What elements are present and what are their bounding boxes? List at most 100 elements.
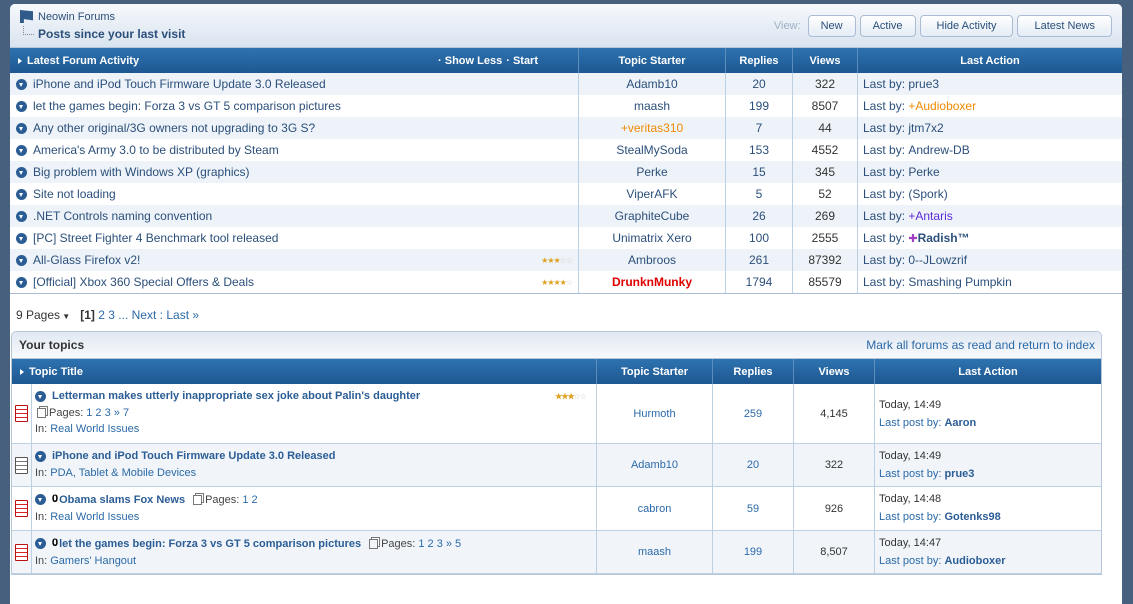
col-views[interactable]: Views — [793, 359, 874, 384]
topic-menu-icon[interactable] — [35, 450, 46, 462]
topic-pages-links[interactable]: 1 2 3 » 5 — [418, 538, 461, 550]
forum-link[interactable]: Real World Issues — [50, 423, 139, 435]
replies-count[interactable]: 199 — [712, 531, 793, 573]
topic-row[interactable]: Site not loading ViperAFK 5 52 Last by: … — [10, 183, 1122, 205]
last-poster-link[interactable]: (Spork) — [908, 187, 947, 201]
replies-count[interactable]: 259 — [712, 384, 793, 443]
topic-menu-icon[interactable] — [16, 276, 27, 288]
expand-arrow-icon[interactable] — [18, 57, 22, 64]
topic-menu-icon[interactable] — [35, 494, 46, 505]
topic-link[interactable]: All-Glass Firefox v2! — [33, 253, 140, 267]
view-new-button[interactable]: New — [807, 15, 856, 37]
last-poster-link[interactable]: prue3 — [908, 77, 939, 91]
topic-row[interactable]: let the games begin: Forza 3 vs GT 5 com… — [10, 95, 1122, 117]
replies-count[interactable]: 1794 — [725, 271, 792, 293]
replies-count[interactable]: 59 — [712, 487, 793, 530]
col-topic-starter[interactable]: Topic Starter — [596, 359, 712, 384]
col-last-action[interactable]: Last Action — [857, 48, 1122, 73]
last-poster-link[interactable]: 0--JLowzrif — [908, 253, 967, 267]
topic-menu-icon[interactable] — [35, 538, 46, 549]
hide-activity-button[interactable]: Hide Activity — [919, 15, 1014, 37]
topic-row[interactable]: America's Army 3.0 to be distributed by … — [10, 139, 1122, 161]
topic-pages-links[interactable]: 1 2 — [242, 494, 257, 506]
replies-count[interactable]: 261 — [725, 249, 792, 271]
replies-count[interactable]: 15 — [725, 161, 792, 183]
topic-row[interactable]: [PC] Street Fighter 4 Benchmark tool rel… — [10, 227, 1122, 249]
topic-link[interactable]: Any other original/3G owners not upgradi… — [33, 121, 315, 135]
col-views[interactable]: Views — [792, 48, 857, 73]
view-active-button[interactable]: Active — [859, 15, 916, 37]
topic-link[interactable]: iPhone and iPod Touch Firmware Update 3.… — [52, 450, 335, 462]
last-poster-link[interactable]: Aaron — [944, 417, 976, 429]
breadcrumb-link[interactable]: Neowin Forums — [38, 11, 115, 23]
replies-count[interactable]: 20 — [712, 444, 793, 486]
last-page-link[interactable]: Last » — [166, 308, 199, 322]
page-ellipsis[interactable]: ... — [118, 308, 128, 322]
topic-menu-icon[interactable] — [16, 254, 27, 266]
topic-link[interactable]: Site not loading — [33, 187, 116, 201]
last-poster-link[interactable]: jtm7x2 — [908, 121, 943, 135]
breadcrumb[interactable]: Neowin Forums — [20, 10, 115, 23]
forum-link[interactable]: Real World Issues — [50, 511, 139, 523]
topic-starter-link[interactable]: Perke — [578, 161, 725, 183]
topic-link[interactable]: Big problem with Windows XP (graphics) — [33, 165, 250, 179]
last-poster-link[interactable]: Smashing Pumpkin — [908, 275, 1011, 289]
topic-menu-icon[interactable] — [16, 166, 27, 178]
last-poster-link[interactable]: +Antaris — [908, 209, 952, 223]
replies-count[interactable]: 199 — [725, 95, 792, 117]
last-poster-link[interactable]: Andrew-DB — [908, 143, 969, 157]
last-poster-link[interactable]: Radish™ — [918, 231, 970, 245]
topic-row[interactable]: iPhone and iPod Touch Firmware Update 3.… — [12, 444, 1101, 487]
next-page-link[interactable]: Next — [132, 308, 157, 322]
last-poster-link[interactable]: +Audioboxer — [908, 99, 976, 113]
topic-row[interactable]: 𝟎 let the games begin: Forza 3 vs GT 5 co… — [12, 531, 1101, 574]
topic-menu-icon[interactable] — [16, 100, 27, 112]
topic-menu-icon[interactable] — [16, 210, 27, 222]
replies-count[interactable]: 26 — [725, 205, 792, 227]
topic-row[interactable]: iPhone and iPod Touch Firmware Update 3.… — [10, 73, 1122, 95]
topic-link[interactable]: [Official] Xbox 360 Special Offers & Dea… — [33, 275, 254, 289]
topic-starter-link[interactable]: GraphiteCube — [578, 205, 725, 227]
replies-count[interactable]: 20 — [725, 73, 792, 95]
topic-menu-icon[interactable] — [16, 232, 27, 244]
topic-link[interactable]: let the games begin: Forza 3 vs GT 5 com… — [33, 99, 341, 113]
topic-menu-icon[interactable] — [16, 188, 27, 200]
replies-count[interactable]: 100 — [725, 227, 792, 249]
topic-menu-icon[interactable] — [35, 390, 46, 402]
topic-starter-link[interactable]: +veritas310 — [578, 117, 725, 139]
topic-menu-icon[interactable] — [16, 144, 27, 156]
topic-link[interactable]: America's Army 3.0 to be distributed by … — [33, 143, 279, 157]
forum-link[interactable]: PDA, Tablet & Mobile Devices — [50, 467, 196, 479]
topic-starter-link[interactable]: maash — [596, 531, 712, 573]
col-replies[interactable]: Replies — [712, 359, 793, 384]
topic-link[interactable]: let the games begin: Forza 3 vs GT 5 com… — [59, 538, 361, 550]
topic-starter-link[interactable]: Ambroos — [578, 249, 725, 271]
last-poster-link[interactable]: Perke — [908, 165, 939, 179]
replies-count[interactable]: 153 — [725, 139, 792, 161]
col-replies[interactable]: Replies — [725, 48, 792, 73]
page-link-2[interactable]: 2 — [98, 308, 105, 322]
topic-link[interactable]: [PC] Street Fighter 4 Benchmark tool rel… — [33, 231, 278, 245]
topic-menu-icon[interactable] — [16, 122, 27, 134]
last-poster-link[interactable]: Audioboxer — [944, 555, 1005, 567]
topic-link[interactable]: Obama slams Fox News — [59, 494, 185, 506]
replies-count[interactable]: 7 — [725, 117, 792, 139]
topic-row[interactable]: Big problem with Windows XP (graphics) P… — [10, 161, 1122, 183]
pages-dropdown[interactable]: 9 Pages — [16, 308, 60, 322]
last-poster-link[interactable]: prue3 — [944, 468, 974, 480]
topic-row[interactable]: .NET Controls naming convention Graphite… — [10, 205, 1122, 227]
forum-link[interactable]: Gamers' Hangout — [50, 555, 136, 567]
topic-row[interactable]: Any other original/3G owners not upgradi… — [10, 117, 1122, 139]
topic-row[interactable]: All-Glass Firefox v2! ★★★☆☆ Ambroos 261 8… — [10, 249, 1122, 271]
topic-starter-link[interactable]: ViperAFK — [578, 183, 725, 205]
latest-news-button[interactable]: Latest News — [1017, 15, 1112, 37]
topic-menu-icon[interactable] — [16, 78, 27, 90]
topic-row[interactable]: Letterman makes utterly inappropriate se… — [12, 384, 1101, 444]
topic-starter-link[interactable]: maash — [578, 95, 725, 117]
topic-row[interactable]: 𝟎 Obama slams Fox News Pages: 1 2 In: Real W… — [12, 487, 1101, 531]
topic-starter-link[interactable]: Unimatrix Xero — [578, 227, 725, 249]
topic-starter-link[interactable]: DrunknMunky — [578, 271, 725, 293]
page-link-3[interactable]: 3 — [108, 308, 115, 322]
topic-starter-link[interactable]: Adamb10 — [596, 444, 712, 486]
mark-read-link[interactable]: Mark all forums as read and return to in… — [866, 338, 1095, 352]
